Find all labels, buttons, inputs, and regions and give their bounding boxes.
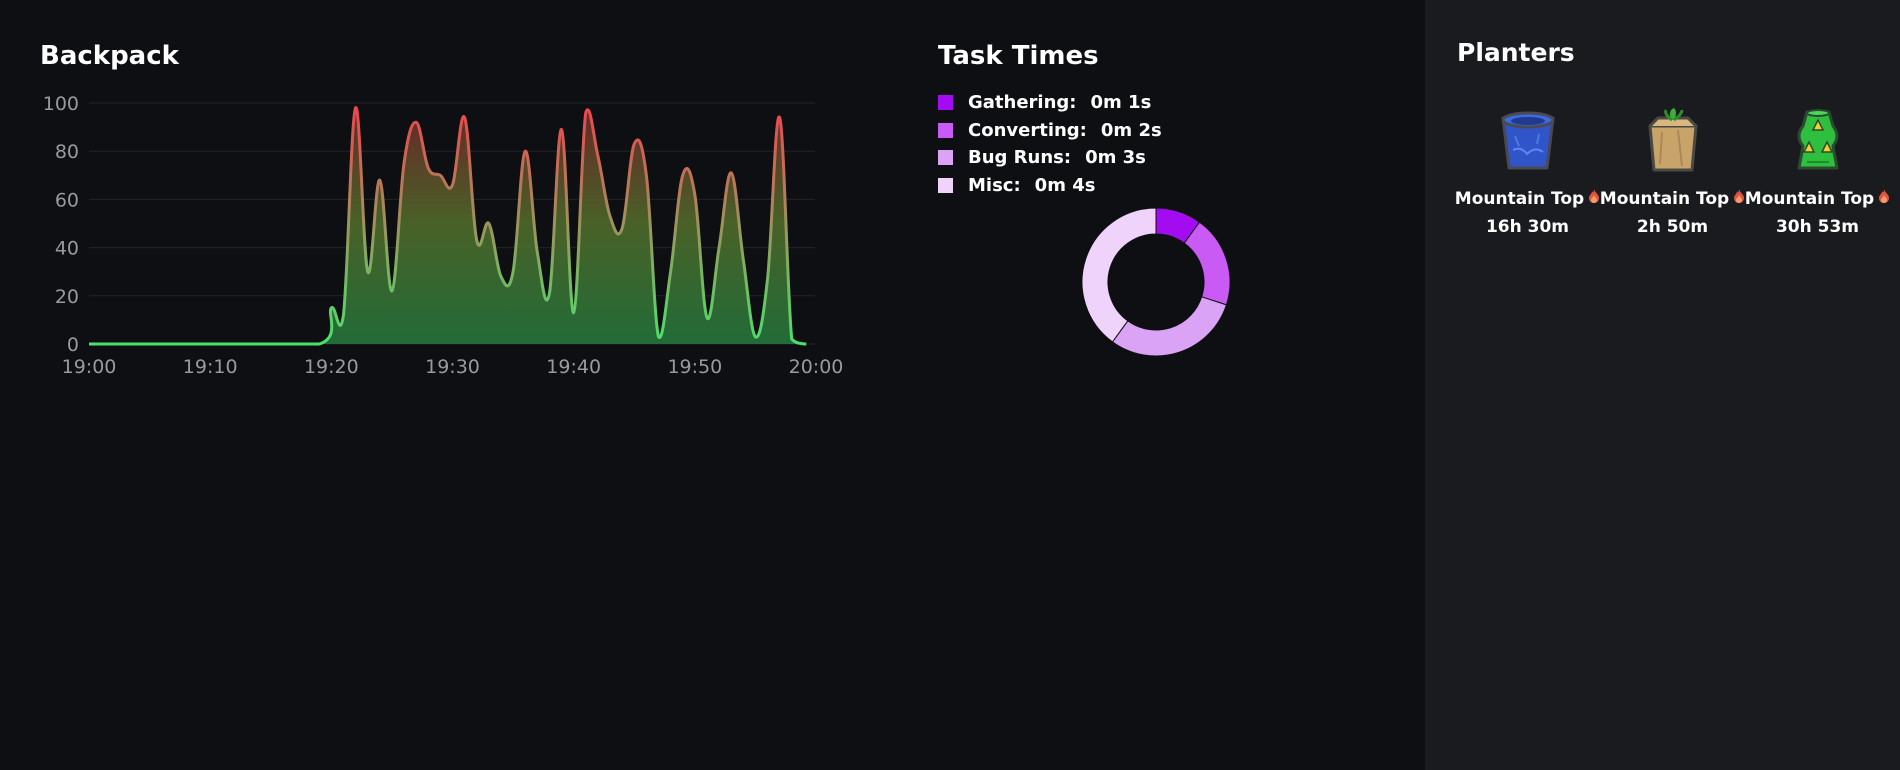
planters-panel: Planters Mountain Top 16h 30m Mountain T… <box>1425 0 1900 770</box>
paper-planter-icon <box>1638 106 1708 176</box>
y-tick-label: 0 <box>67 334 79 356</box>
fire-icon <box>1878 188 1890 209</box>
planter-card[interactable]: Mountain Top 2h 50m <box>1600 106 1745 237</box>
x-tick-label: 19:30 <box>425 356 480 378</box>
legend-item-gathering[interactable]: Gathering: 0m 1s <box>938 89 1162 117</box>
task-times-legend: Gathering: 0m 1s Converting: 0m 2s Bug R… <box>938 89 1162 199</box>
fire-icon <box>1588 188 1600 209</box>
legend-value: 0m 4s <box>1034 174 1096 196</box>
fire-icon <box>1733 188 1745 209</box>
planter-field-name: Mountain Top <box>1454 188 1585 209</box>
donut-slice-bug-runs[interactable] <box>1111 296 1228 357</box>
planter-time: 2h 50m <box>1636 217 1709 237</box>
planter-field-name: Mountain Top <box>1744 188 1875 209</box>
blue-clay-planter-icon <box>1493 106 1563 176</box>
planter-card[interactable]: Mountain Top 16h 30m <box>1455 106 1600 237</box>
x-tick-label: 19:20 <box>304 356 359 378</box>
legend-swatch <box>938 177 953 193</box>
planter-field: Mountain Top <box>1455 188 1600 209</box>
y-tick-label: 80 <box>55 141 79 163</box>
x-tick-label: 19:40 <box>546 356 601 378</box>
x-tick-label: 20:00 <box>789 356 844 378</box>
legend-value: 0m 1s <box>1090 92 1152 114</box>
legend-label: Misc: <box>968 174 1021 196</box>
task-times-donut-chart <box>1081 207 1231 357</box>
legend-label: Gathering: <box>968 92 1077 114</box>
y-tick-label: 100 <box>43 93 79 115</box>
donut-slice-misc[interactable] <box>1081 207 1157 343</box>
hydroponic-planter-icon <box>1783 106 1853 176</box>
planter-field-name: Mountain Top <box>1599 188 1730 209</box>
backpack-title: Backpack <box>40 41 179 71</box>
legend-swatch <box>938 150 953 166</box>
x-tick-label: 19:10 <box>183 356 238 378</box>
legend-label: Bug Runs: <box>968 147 1072 169</box>
y-tick-label: 40 <box>55 238 79 260</box>
legend-swatch <box>938 122 953 138</box>
planter-time: 16h 30m <box>1485 217 1570 237</box>
legend-item-converting[interactable]: Converting: 0m 2s <box>938 117 1162 145</box>
planter-card[interactable]: Mountain Top 30h 53m <box>1745 106 1890 237</box>
donut-slice-converting[interactable] <box>1183 221 1231 306</box>
y-tick-label: 20 <box>55 286 79 308</box>
x-tick-label: 19:00 <box>62 356 117 378</box>
legend-item-bug-runs[interactable]: Bug Runs: 0m 3s <box>938 144 1162 172</box>
backpack-chart: 020406080100 19:00 19:10 19:20 19:30 19:40 19… <box>43 93 844 378</box>
planters-title: Planters <box>1457 38 1575 67</box>
legend-label: Converting: <box>968 119 1087 141</box>
planter-field: Mountain Top <box>1745 188 1890 209</box>
legend-value: 0m 3s <box>1085 147 1146 169</box>
planter-field: Mountain Top <box>1600 188 1745 209</box>
legend-swatch <box>938 95 953 111</box>
legend-item-misc[interactable]: Misc: 0m 4s <box>938 172 1162 200</box>
y-tick-label: 60 <box>55 189 79 211</box>
legend-value: 0m 2s <box>1100 119 1162 141</box>
x-axis-ticks: 19:00 19:10 19:20 19:30 19:40 19:50 20:00 <box>62 356 844 378</box>
y-axis-ticks: 0 20 40 60 80 100 <box>43 93 79 356</box>
planter-time: 30h 53m <box>1775 217 1860 237</box>
x-tick-label: 19:50 <box>667 356 722 378</box>
task-times-title: Task Times <box>938 41 1099 71</box>
